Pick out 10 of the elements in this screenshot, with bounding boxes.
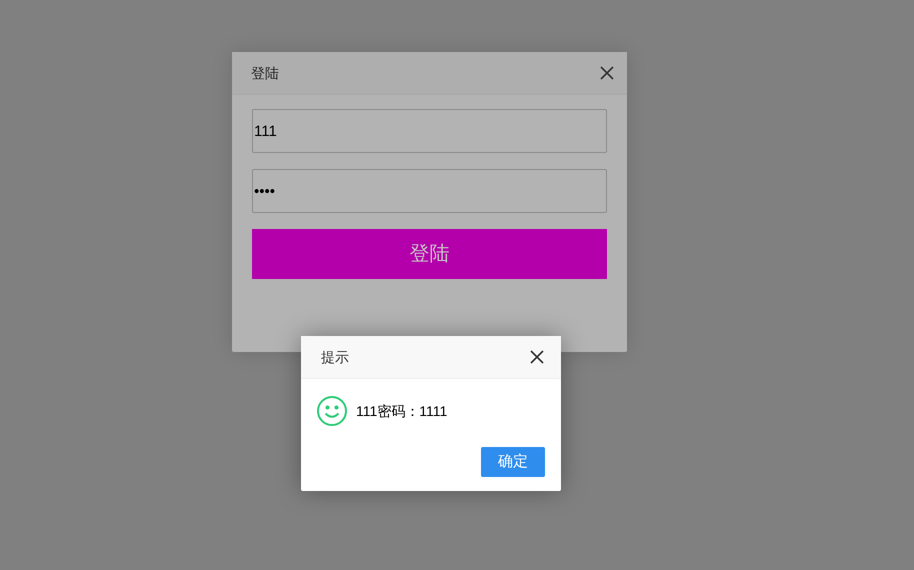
dialog-title: 登陆 xyxy=(251,64,279,82)
close-button[interactable] xyxy=(599,65,615,81)
close-button[interactable] xyxy=(529,349,545,365)
smiley-icon xyxy=(316,395,348,427)
dialog-title: 提示 xyxy=(321,348,349,366)
close-icon xyxy=(599,65,615,81)
password-field[interactable]: •••• xyxy=(252,169,607,213)
username-field[interactable]: 111 xyxy=(252,109,607,153)
close-icon xyxy=(529,349,545,365)
alert-message: 111密码：1111 xyxy=(356,402,448,420)
